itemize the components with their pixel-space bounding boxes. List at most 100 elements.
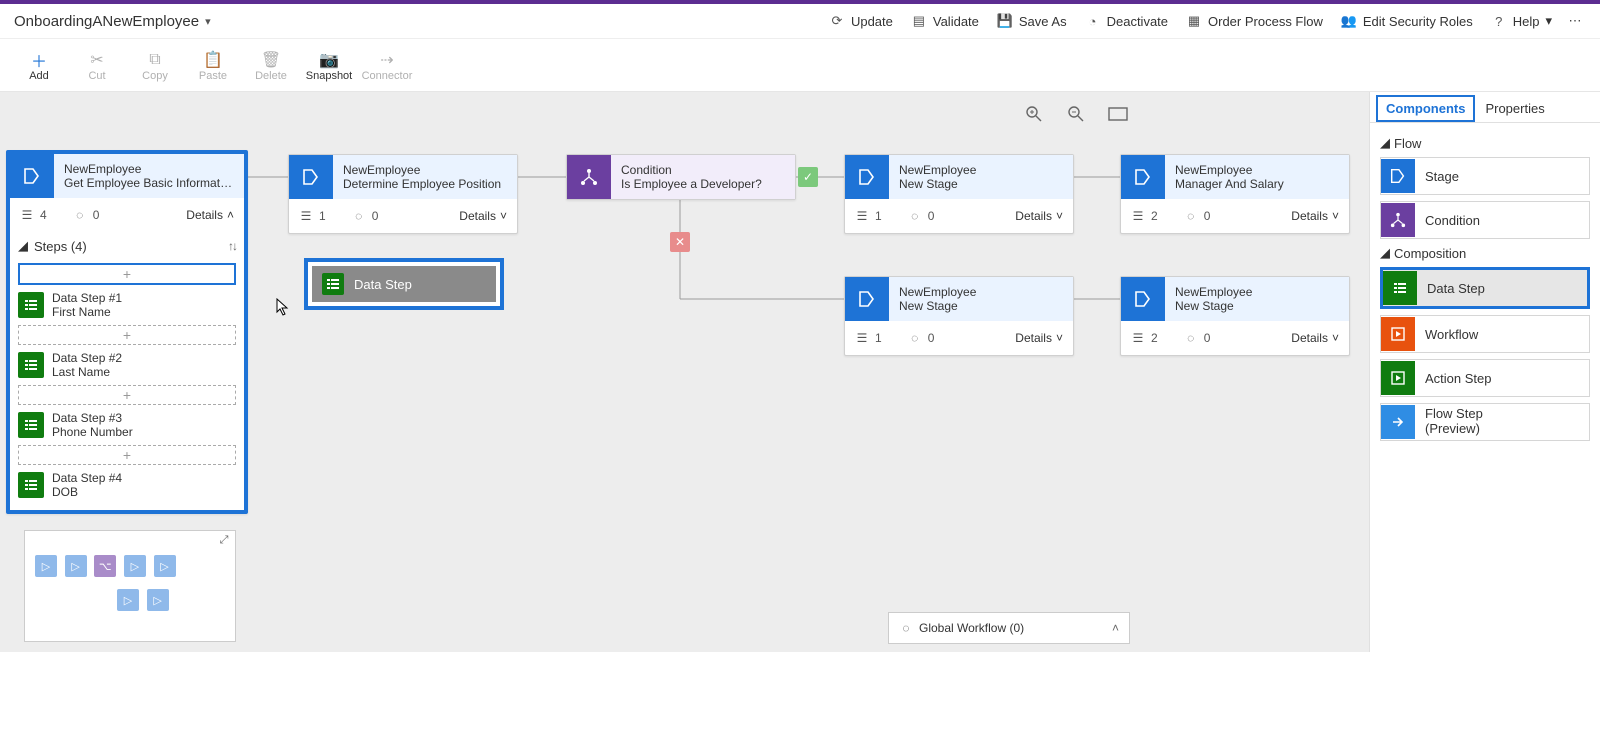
zoom-out-button[interactable] [1064,102,1088,126]
minimap-node: ⌥ [94,555,116,577]
cut-icon: ✂ [90,50,103,70]
condition-icon [567,155,611,199]
node-entity: NewEmployee [64,162,234,176]
snapshot-button[interactable]: 📷Snapshot [300,43,358,89]
stage-node-new-stage-top[interactable]: NewEmployeeNew Stage ☰1◌0Details ˅ [844,154,1074,234]
paste-icon: 📋 [203,50,223,70]
details-toggle[interactable]: Details ˄ [186,208,234,222]
component-action-step[interactable]: Action Step [1380,359,1590,397]
condition-node-is-developer[interactable]: ConditionIs Employee a Developer? [566,154,796,200]
copy-button[interactable]: ⧉Copy [126,43,184,89]
order-process-flow-button[interactable]: ▦Order Process Flow [1186,13,1323,29]
reorder-arrows[interactable]: ↑↓ [228,239,236,253]
steps-count-icon: ☰ [299,209,313,223]
details-toggle[interactable]: Details ˅ [1015,331,1063,345]
collapse-icon[interactable]: ◢ [1380,245,1390,261]
collapse-icon[interactable]: ◢ [18,238,28,254]
triggers-count-icon: ◌ [352,209,366,223]
details-toggle[interactable]: Details ˅ [459,209,507,223]
flow-step-icon [1381,405,1415,439]
paste-button[interactable]: 📋Paste [184,43,242,89]
step-row[interactable]: Data Step #3Phone Number [18,408,236,442]
toolbar: ＋Add ✂Cut ⧉Copy 📋Paste 🗑Delete 📷Snapshot… [0,39,1600,92]
edit-security-roles-button[interactable]: 👥Edit Security Roles [1341,13,1473,29]
section-composition-header: Composition [1394,246,1466,261]
step-row[interactable]: Data Step #2Last Name [18,348,236,382]
component-condition[interactable]: Condition [1380,201,1590,239]
fit-to-screen-button[interactable] [1106,102,1130,126]
minimap-node: ▷ [35,555,57,577]
validate-button[interactable]: ▤Validate [911,13,979,29]
chevron-down-icon: ˅ [500,209,507,223]
stage-node-new-stage-bottom-2[interactable]: NewEmployeeNew Stage ☰2◌0Details ˅ [1120,276,1350,356]
component-workflow[interactable]: Workflow [1380,315,1590,353]
deactivate-icon: ◔ [1085,13,1101,29]
collapse-icon[interactable]: ◢ [1380,135,1390,151]
data-step-icon [322,273,344,295]
add-step-slot[interactable]: + [18,445,236,465]
stage-icon [1381,159,1415,193]
more-button[interactable]: ⋯ [1566,13,1586,29]
save-as-button[interactable]: 💾Save As [997,13,1067,29]
minimap-node: ▷ [65,555,87,577]
component-flow-step[interactable]: Flow Step (Preview) [1380,403,1590,441]
steps-count-icon: ☰ [20,208,34,222]
minimap-expand-icon[interactable]: ⤢ [217,533,231,547]
stage-node-determine-position[interactable]: NewEmployeeDetermine Employee Position ☰… [288,154,518,234]
tab-properties[interactable]: Properties [1475,95,1554,122]
security-icon: 👥 [1341,13,1357,29]
order-icon: ▦ [1186,13,1202,29]
add-button[interactable]: ＋Add [10,43,68,89]
component-stage[interactable]: Stage [1380,157,1590,195]
deactivate-button[interactable]: ◔Deactivate [1085,13,1168,29]
step-row[interactable]: Data Step #1First Name [18,288,236,322]
global-workflow-bar[interactable]: ◌ Global Workflow (0) ˄ [888,612,1130,644]
connector-button[interactable]: ⇢Connector [358,43,416,89]
chevron-up-icon: ˄ [227,208,234,222]
title-chevron-icon: ▾ [205,15,211,28]
data-step-icon [1383,271,1417,305]
minimap[interactable]: ⤢ ▷ ▷ ⌥ ▷ ▷ ▷ ▷ [24,530,236,642]
data-step-icon [18,352,44,378]
drag-ghost-label: Data Step [354,277,412,292]
designer-canvas[interactable]: NewEmployee Get Employee Basic Informati… [0,92,1370,652]
details-toggle[interactable]: Details ˅ [1291,209,1339,223]
process-title[interactable]: OnboardingANewEmployee ▾ [14,13,211,30]
condition-no-marker: ✕ [670,232,690,252]
step-row[interactable]: Data Step #4DOB [18,468,236,502]
triggers-count-icon: ◌ [73,208,87,222]
steps-header: Steps (4) [34,239,87,254]
drag-ghost-data-step[interactable]: Data Step [304,258,504,310]
add-step-slot[interactable]: + [18,263,236,285]
stage-node-get-employee-basic-information[interactable]: NewEmployee Get Employee Basic Informati… [6,150,248,514]
panel-tabs: Components Properties [1370,92,1600,123]
minimap-node: ▷ [154,555,176,577]
update-button[interactable]: ⟳Update [829,13,893,29]
data-step-icon [18,292,44,318]
tab-components[interactable]: Components [1376,95,1475,122]
camera-icon: 📷 [319,50,339,70]
stage-node-new-stage-bottom-1[interactable]: NewEmployeeNew Stage ☰1◌0Details ˅ [844,276,1074,356]
help-button[interactable]: ?Help▾ [1491,13,1552,29]
copy-icon: ⧉ [149,50,160,70]
add-step-slot[interactable]: + [18,385,236,405]
details-toggle[interactable]: Details ˅ [1015,209,1063,223]
add-step-slot[interactable]: + [18,325,236,345]
chevron-down-icon: ˅ [1332,331,1339,345]
zoom-in-button[interactable] [1022,102,1046,126]
chevron-up-icon: ˄ [1112,621,1119,635]
stage-icon [289,155,333,199]
cut-button[interactable]: ✂Cut [68,43,126,89]
chevron-down-icon: ˅ [1332,209,1339,223]
details-toggle[interactable]: Details ˅ [1291,331,1339,345]
help-chevron-icon: ▾ [1545,13,1552,29]
stage-icon [845,155,889,199]
delete-button[interactable]: 🗑Delete [242,43,300,89]
stage-icon [10,154,54,198]
workflow-icon [1381,317,1415,351]
section-flow-header: Flow [1394,136,1421,151]
stage-node-manager-and-salary[interactable]: NewEmployeeManager And Salary ☰2◌0Detail… [1120,154,1350,234]
stage-icon [845,277,889,321]
component-data-step[interactable]: Data Step [1380,267,1590,309]
save-icon: 💾 [997,13,1013,29]
